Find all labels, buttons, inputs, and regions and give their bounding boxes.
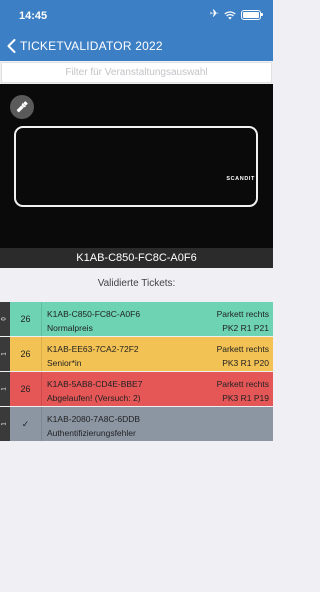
chevron-left-icon — [7, 38, 16, 53]
ticket-side-value: 1 — [2, 352, 8, 356]
battery-icon — [241, 9, 263, 20]
ticket-count: 26 — [10, 302, 42, 336]
ticket-section: Parkett rechts — [216, 309, 269, 319]
ticket-seat: PK2 R1 P21 — [222, 323, 269, 333]
wifi-icon — [224, 10, 236, 19]
ticket-details: K1AB-EE63-7CA2-72F2 Parkett rechts Senior… — [42, 337, 273, 371]
scanned-code: K1AB-C850-FC8C-A0F6 — [0, 248, 273, 268]
ticket-code: K1AB-2080-7A8C-6DDB — [47, 414, 141, 424]
status-icons: ✈ — [209, 8, 263, 20]
ticket-count: 26 — [10, 372, 42, 406]
ticket-details: K1AB-5AB8-CD4E-BBE7 Parkett rechts Abgela… — [42, 372, 273, 406]
ticket-code: K1AB-5AB8-CD4E-BBE7 — [47, 379, 143, 389]
ticket-side-value: 1 — [2, 387, 8, 391]
event-filter-input[interactable] — [1, 62, 272, 83]
ticket-section: Parkett rechts — [216, 379, 269, 389]
ticket-seat: PK3 R1 P20 — [222, 358, 269, 368]
ticket-row[interactable]: 1 26 K1AB-EE63-7CA2-72F2 Parkett rechts S… — [0, 337, 273, 371]
ticket-details: K1AB-2080-7A8C-6DDB Authentifizierungsfe… — [42, 407, 273, 441]
barcode-scanner-view[interactable]: SCANDIT — [0, 84, 273, 248]
flashlight-icon — [16, 101, 28, 113]
status-bar: 14:45 ✈ — [0, 0, 273, 30]
ticket-row[interactable]: 1 ✓ K1AB-2080-7A8C-6DDB Authentifizierun… — [0, 407, 273, 441]
ticket-row[interactable]: 1 26 K1AB-5AB8-CD4E-BBE7 Parkett rechts A… — [0, 372, 273, 406]
ticket-side-label: 1 — [0, 407, 10, 441]
ticket-type: Authentifizierungsfehler — [47, 428, 136, 438]
checkmark-icon: ✓ — [10, 407, 42, 441]
ticket-side-value: 0 — [2, 317, 8, 321]
battery-level — [243, 11, 259, 18]
ticket-type: Normalpreis — [47, 323, 93, 333]
ticket-count: 26 — [10, 337, 42, 371]
ticket-side-label: 1 — [0, 337, 10, 371]
ticket-row[interactable]: 0 26 K1AB-C850-FC8C-A0F6 Parkett rechts N… — [0, 302, 273, 336]
ticket-type: Abgelaufen! (Versuch: 2) — [47, 393, 141, 403]
scan-frame — [14, 126, 258, 207]
ticket-side-label: 1 — [0, 372, 10, 406]
airplane-icon: ✈ — [209, 8, 219, 20]
status-time: 14:45 — [19, 10, 48, 22]
list-header: Validierte Tickets: — [0, 268, 273, 298]
ticket-code: K1AB-C850-FC8C-A0F6 — [47, 309, 141, 319]
ticket-side-label: 0 — [0, 302, 10, 336]
back-button[interactable]: TICKETVALIDATOR 2022 — [0, 30, 163, 61]
page-title: TICKETVALIDATOR 2022 — [20, 38, 163, 53]
navigation-bar: TICKETVALIDATOR 2022 — [0, 30, 273, 61]
ticket-code: K1AB-EE63-7CA2-72F2 — [47, 344, 139, 354]
ticket-details: K1AB-C850-FC8C-A0F6 Parkett rechts Normal… — [42, 302, 273, 336]
torch-button[interactable] — [10, 95, 34, 119]
ticket-side-value: 1 — [2, 422, 8, 426]
scandit-logo: SCANDIT — [226, 176, 255, 182]
ticket-type: Senior*in — [47, 358, 82, 368]
ticket-seat: PK3 R1 P19 — [222, 393, 269, 403]
ticket-section: Parkett rechts — [216, 344, 269, 354]
ticket-list: 0 26 K1AB-C850-FC8C-A0F6 Parkett rechts N… — [0, 302, 273, 442]
